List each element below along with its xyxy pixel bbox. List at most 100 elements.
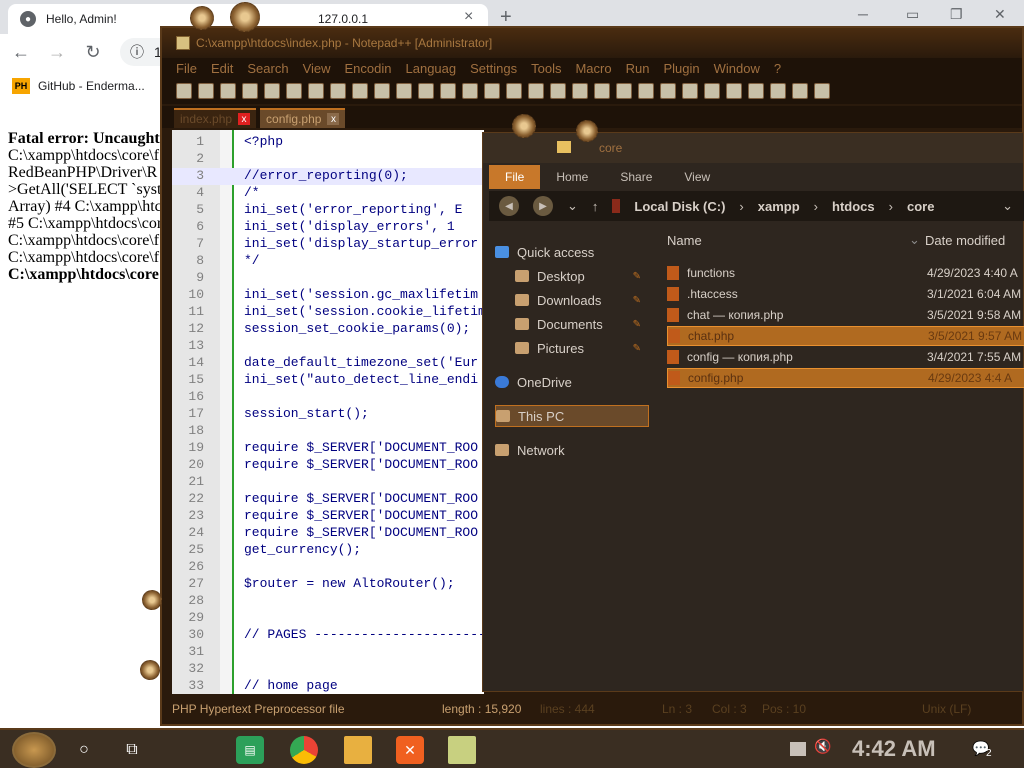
menu-item-run[interactable]: Run	[626, 61, 650, 76]
xampp-icon[interactable]: ✕	[396, 736, 424, 764]
file-tab[interactable]: config.php x	[260, 108, 346, 128]
file-tab[interactable]: index.php x	[174, 108, 257, 128]
notepadpp-icon[interactable]	[448, 736, 476, 764]
bookmark-github[interactable]: GitHub - Enderma...	[38, 79, 145, 93]
toolbar-button-icon[interactable]	[704, 83, 720, 99]
toolbar-button-icon[interactable]	[418, 83, 434, 99]
toolbar-button-icon[interactable]	[506, 83, 522, 99]
toolbar-button-icon[interactable]	[748, 83, 764, 99]
npp-titlebar[interactable]: C:\xampp\htdocs\index.php - Notepad++ [A…	[162, 28, 1022, 58]
toolbar-button-icon[interactable]	[726, 83, 742, 99]
menu-item-file[interactable]: File	[176, 61, 197, 76]
file-row[interactable]: chat.php 3/5/2021 9:57 AM	[667, 326, 1024, 346]
toolbar-button-icon[interactable]	[440, 83, 456, 99]
toolbar-button-icon[interactable]	[814, 83, 830, 99]
file-row[interactable]: config — копия.php 3/4/2021 7:55 AM	[667, 347, 1024, 367]
close-icon[interactable]: ✕	[994, 6, 1006, 23]
toolbar-button-icon[interactable]	[242, 83, 258, 99]
tab-close-icon[interactable]: ×	[464, 8, 473, 26]
column-name[interactable]: Name	[667, 233, 702, 248]
file-row[interactable]: config.php 4/29/2023 4:4 A	[667, 368, 1024, 388]
column-date[interactable]: Date modified	[925, 233, 1005, 248]
close-tab-icon[interactable]: x	[238, 113, 251, 125]
breadcrumb-item[interactable]: xampp	[758, 199, 800, 214]
sheets-icon[interactable]: ▤	[236, 736, 264, 764]
recent-icon[interactable]: ⌄	[567, 198, 578, 214]
toolbar-button-icon[interactable]	[572, 83, 588, 99]
forward-icon[interactable]: ▶	[533, 196, 553, 216]
toolbar-button-icon[interactable]	[528, 83, 544, 99]
breadcrumb-item[interactable]: htdocs	[832, 199, 875, 214]
toolbar-button-icon[interactable]	[198, 83, 214, 99]
toolbar-button-icon[interactable]	[594, 83, 610, 99]
menu-item-plugin[interactable]: Plugin	[663, 61, 699, 76]
forward-icon[interactable]: →	[42, 42, 72, 63]
menu-item-encodin[interactable]: Encodin	[345, 61, 392, 76]
nav-item-thispc[interactable]: This PC	[495, 405, 649, 427]
menu-item-macro[interactable]: Macro	[575, 61, 611, 76]
menu-item-search[interactable]: Search	[247, 61, 288, 76]
nav-item-documents[interactable]: Documents ✎	[495, 313, 649, 335]
toolbar-button-icon[interactable]	[638, 83, 654, 99]
nav-item-pictures[interactable]: Pictures ✎	[495, 337, 649, 359]
breadcrumb-item[interactable]: Local Disk (C:)	[634, 199, 725, 214]
toolbar-button-icon[interactable]	[770, 83, 786, 99]
menu-item-edit[interactable]: Edit	[211, 61, 233, 76]
code-editor[interactable]: 1 <?php 2 3//error_reporting(0); 4/* 5 ini_set…	[172, 130, 484, 694]
toolbar-button-icon[interactable]	[330, 83, 346, 99]
nav-item-network[interactable]: Network	[495, 439, 649, 461]
toolbar-button-icon[interactable]	[396, 83, 412, 99]
toolbar-button-icon[interactable]	[682, 83, 698, 99]
file-row[interactable]: chat — копия.php 3/5/2021 9:58 AM	[667, 305, 1024, 325]
toolbar-button-icon[interactable]	[176, 83, 192, 99]
menu-item-[interactable]: ?	[774, 61, 781, 76]
ribbon-tab-share[interactable]: Share	[604, 165, 668, 189]
chevron-down-icon[interactable]: ⌄	[1002, 198, 1013, 214]
toolbar-button-icon[interactable]	[308, 83, 324, 99]
menu-item-settings[interactable]: Settings	[470, 61, 517, 76]
info-icon[interactable]: ⓘ	[130, 42, 144, 62]
menu-item-window[interactable]: Window	[714, 61, 760, 76]
nav-item-desktop[interactable]: Desktop ✎	[495, 265, 649, 287]
restore-icon[interactable]: ▭	[906, 6, 919, 23]
clock[interactable]: 4:42 AM	[852, 736, 936, 762]
maximize-icon[interactable]: ❐	[950, 6, 963, 23]
menu-item-languag[interactable]: Languag	[406, 61, 457, 76]
back-icon[interactable]: ◀	[499, 196, 519, 216]
ribbon-tab-view[interactable]: View	[668, 165, 726, 189]
toolbar-button-icon[interactable]	[462, 83, 478, 99]
close-tab-icon[interactable]: x	[327, 113, 340, 125]
ribbon-tab-home[interactable]: Home	[540, 165, 604, 189]
toolbar-button-icon[interactable]	[374, 83, 390, 99]
chrome-icon[interactable]	[290, 736, 318, 764]
up-icon[interactable]: ↑	[592, 199, 599, 214]
minimize-icon[interactable]: ─	[858, 6, 868, 22]
toolbar-button-icon[interactable]	[264, 83, 280, 99]
toolbar-button-icon[interactable]	[484, 83, 500, 99]
menu-item-view[interactable]: View	[303, 61, 331, 76]
explorer-titlebar[interactable]: core	[483, 133, 1023, 163]
start-button[interactable]	[12, 732, 56, 768]
network-icon[interactable]	[790, 742, 806, 756]
back-icon[interactable]: ←	[6, 42, 36, 63]
toolbar-button-icon[interactable]	[616, 83, 632, 99]
ribbon-tab-file[interactable]: File	[489, 165, 541, 189]
toolbar-button-icon[interactable]	[220, 83, 236, 99]
toolbar-button-icon[interactable]	[792, 83, 808, 99]
toolbar-button-icon[interactable]	[352, 83, 368, 99]
menu-item-tools[interactable]: Tools	[531, 61, 561, 76]
reload-icon[interactable]: ↻	[78, 42, 108, 63]
file-explorer-icon[interactable]	[344, 736, 372, 764]
breadcrumb-item[interactable]: core	[907, 199, 934, 214]
cortana-icon[interactable]: ○	[70, 736, 98, 764]
nav-item-quickaccess[interactable]: Quick access	[495, 241, 649, 263]
toolbar-button-icon[interactable]	[286, 83, 302, 99]
nav-item-onedrive[interactable]: OneDrive	[495, 371, 649, 393]
nav-item-downloads[interactable]: Downloads ✎	[495, 289, 649, 311]
file-row[interactable]: .htaccess 3/1/2021 6:04 AM	[667, 284, 1024, 304]
task-view-icon[interactable]: ⧉	[118, 736, 146, 764]
file-row[interactable]: functions 4/29/2023 4:40 A	[667, 263, 1024, 283]
volume-muted-icon[interactable]: 🔇	[814, 738, 831, 754]
toolbar-button-icon[interactable]	[550, 83, 566, 99]
toolbar-button-icon[interactable]	[660, 83, 676, 99]
